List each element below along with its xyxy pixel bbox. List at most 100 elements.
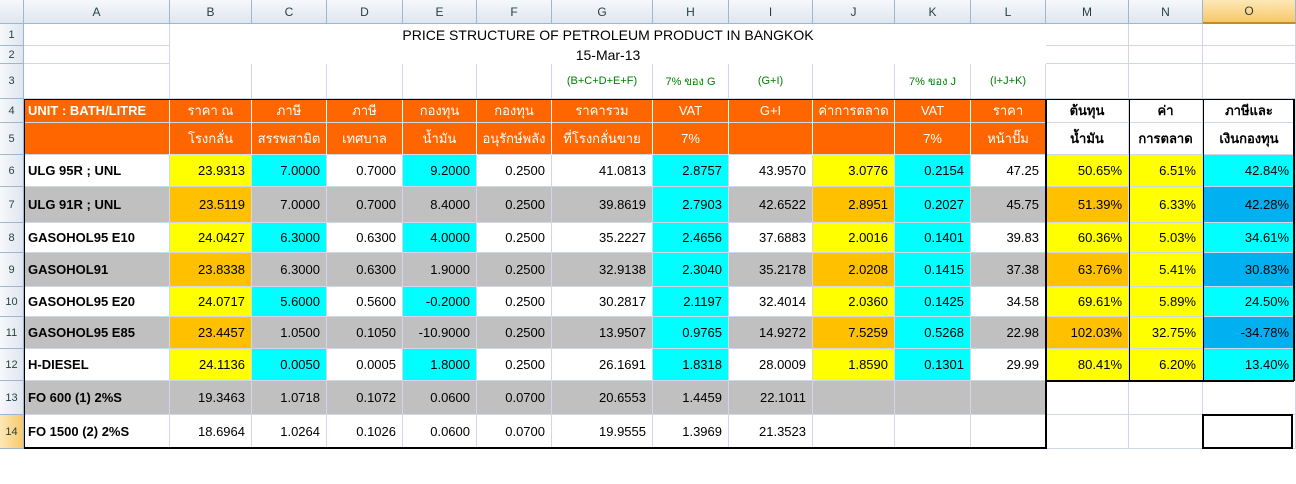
cell-k7[interactable]: 0.2027	[895, 187, 971, 223]
cell-b10[interactable]: 24.0717	[170, 287, 252, 317]
cell-i8[interactable]: 37.6883	[729, 223, 813, 253]
cell-m2[interactable]	[1046, 46, 1129, 64]
cell-l8[interactable]: 39.83	[971, 223, 1046, 253]
cell-e14[interactable]: 0.0600	[403, 415, 477, 449]
cell-l10[interactable]: 34.58	[971, 287, 1046, 317]
cell-g9[interactable]: 32.9138	[552, 253, 653, 287]
cell-d7[interactable]: 0.7000	[327, 187, 403, 223]
spreadsheet-grid[interactable]: A B C D E F G H I J K L M N O 1 2 3 4 5 6 7 8 9 10 11 12 13 14 PRICE …	[0, 0, 1296, 484]
cell-n2[interactable]	[1129, 46, 1203, 64]
cell-n9[interactable]: 5.41%	[1129, 253, 1203, 287]
cell-g6[interactable]: 41.0813	[552, 155, 653, 187]
cell-b9[interactable]: 23.8338	[170, 253, 252, 287]
cell-o2[interactable]	[1203, 46, 1296, 64]
cell-c11[interactable]: 1.0500	[252, 317, 327, 349]
header-i-line2[interactable]	[729, 123, 813, 155]
cell-l14[interactable]	[971, 415, 1046, 449]
cell-c13[interactable]: 1.0718	[252, 381, 327, 415]
cell-d8[interactable]: 0.6300	[327, 223, 403, 253]
cell-k3[interactable]: 7% ของ J	[895, 64, 971, 99]
cell-o11[interactable]: -34.78%	[1203, 317, 1296, 349]
header-l-line2[interactable]: หน้าปั๊ม	[971, 123, 1046, 155]
row-header-7[interactable]: 7	[0, 187, 24, 223]
cell-m7[interactable]: 51.39%	[1046, 187, 1129, 223]
cell-c7[interactable]: 7.0000	[252, 187, 327, 223]
header-e-line2[interactable]: น้ำมัน	[403, 123, 477, 155]
cell-h11[interactable]: 0.9765	[653, 317, 729, 349]
column-header-g[interactable]: G	[552, 0, 653, 24]
header-k-line2[interactable]: 7%	[895, 123, 971, 155]
selected-cell-o14[interactable]	[1202, 414, 1293, 449]
header-j-line1[interactable]: ค่าการตลาด	[813, 99, 895, 123]
column-header-i[interactable]: I	[729, 0, 813, 24]
cell-m3[interactable]	[1046, 64, 1129, 99]
cell-n3[interactable]	[1129, 64, 1203, 99]
cell-c14[interactable]: 1.0264	[252, 415, 327, 449]
column-header-e[interactable]: E	[403, 0, 477, 24]
cell-m8[interactable]: 60.36%	[1046, 223, 1129, 253]
cell-i10[interactable]: 32.4014	[729, 287, 813, 317]
header-a-line2[interactable]	[24, 123, 170, 155]
cell-h3[interactable]: 7% ของ G	[653, 64, 729, 99]
cell-c9[interactable]: 6.3000	[252, 253, 327, 287]
cell-i9[interactable]: 35.2178	[729, 253, 813, 287]
cell-l9[interactable]: 37.38	[971, 253, 1046, 287]
cell-e6[interactable]: 9.2000	[403, 155, 477, 187]
product-name-cell[interactable]: ULG 91R ; UNL	[24, 187, 170, 223]
cell-o3[interactable]	[1203, 64, 1296, 99]
cell-n1[interactable]	[1129, 24, 1203, 46]
product-name-cell[interactable]: FO 1500 (2) 2%S	[24, 415, 170, 449]
cell-m10[interactable]: 69.61%	[1046, 287, 1129, 317]
cell-m11[interactable]: 102.03%	[1046, 317, 1129, 349]
cell-g11[interactable]: 13.9507	[552, 317, 653, 349]
cell-e10[interactable]: -0.2000	[403, 287, 477, 317]
column-header-a[interactable]: A	[24, 0, 170, 24]
cell-b7[interactable]: 23.5119	[170, 187, 252, 223]
row-header-4[interactable]: 4	[0, 99, 24, 123]
cell-b14[interactable]: 18.6964	[170, 415, 252, 449]
row-header-14[interactable]: 14	[0, 415, 24, 449]
cell-g14[interactable]: 19.9555	[552, 415, 653, 449]
product-name-cell[interactable]: GASOHOL95 E20	[24, 287, 170, 317]
cell-h12[interactable]: 1.8318	[653, 349, 729, 381]
cell-i12[interactable]: 28.0009	[729, 349, 813, 381]
header-m-line2[interactable]: น้ำมัน	[1046, 123, 1129, 155]
cell-f8[interactable]: 0.2500	[477, 223, 552, 253]
cell-d3[interactable]	[327, 64, 403, 99]
cell-f9[interactable]: 0.2500	[477, 253, 552, 287]
cell-h10[interactable]: 2.1197	[653, 287, 729, 317]
cell-f14[interactable]: 0.0700	[477, 415, 552, 449]
cell-j13[interactable]	[813, 381, 895, 415]
cell-c12[interactable]: 0.0050	[252, 349, 327, 381]
cell-i14[interactable]: 21.3523	[729, 415, 813, 449]
cell-l13[interactable]	[971, 381, 1046, 415]
header-h-line2[interactable]: 7%	[653, 123, 729, 155]
cell-k8[interactable]: 0.1401	[895, 223, 971, 253]
cell-d13[interactable]: 0.1072	[327, 381, 403, 415]
row-header-11[interactable]: 11	[0, 317, 24, 349]
cell-m9[interactable]: 63.76%	[1046, 253, 1129, 287]
cell-c10[interactable]: 5.6000	[252, 287, 327, 317]
header-o-line2[interactable]: เงินกองทุน	[1203, 123, 1296, 155]
cell-j9[interactable]: 2.0208	[813, 253, 895, 287]
column-header-d[interactable]: D	[327, 0, 403, 24]
cell-j11[interactable]: 7.5259	[813, 317, 895, 349]
header-b-line2[interactable]: โรงกลั่น	[170, 123, 252, 155]
cell-d9[interactable]: 0.6300	[327, 253, 403, 287]
cell-g13[interactable]: 20.6553	[552, 381, 653, 415]
cell-e13[interactable]: 0.0600	[403, 381, 477, 415]
cell-l3[interactable]: (I+J+K)	[971, 64, 1046, 99]
cell-n10[interactable]: 5.89%	[1129, 287, 1203, 317]
cell-j12[interactable]: 1.8590	[813, 349, 895, 381]
column-header-k[interactable]: K	[895, 0, 971, 24]
cell-c6[interactable]: 7.0000	[252, 155, 327, 187]
cell-b11[interactable]: 23.4457	[170, 317, 252, 349]
row-header-8[interactable]: 8	[0, 223, 24, 253]
column-header-l[interactable]: L	[971, 0, 1046, 24]
header-o-line1[interactable]: ภาษีและ	[1203, 99, 1296, 123]
row-header-6[interactable]: 6	[0, 155, 24, 187]
product-name-cell[interactable]: GASOHOL95 E10	[24, 223, 170, 253]
select-all-corner[interactable]	[0, 0, 24, 24]
cell-i13[interactable]: 22.1011	[729, 381, 813, 415]
cell-m12[interactable]: 80.41%	[1046, 349, 1129, 381]
